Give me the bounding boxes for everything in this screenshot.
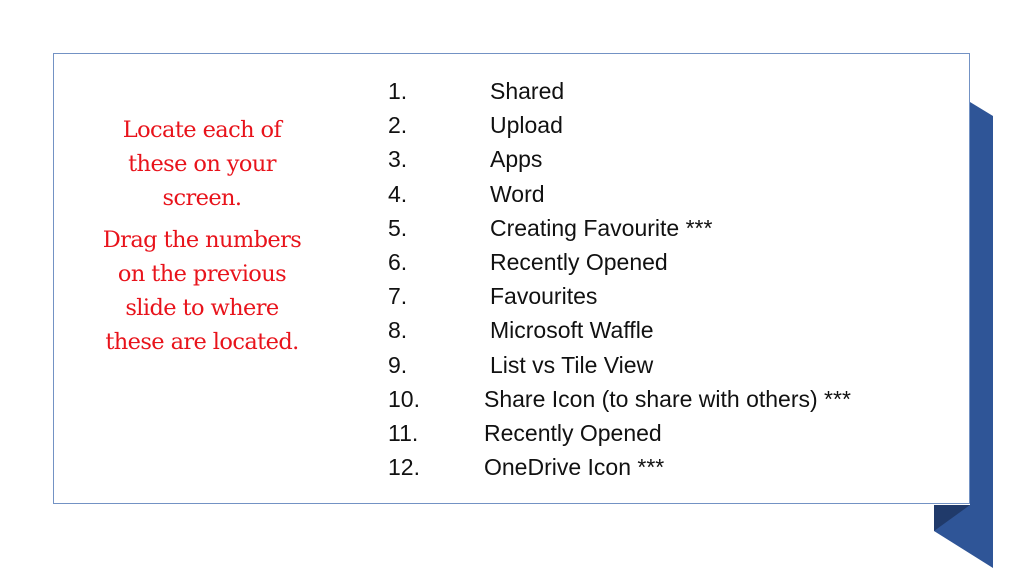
list-item: 3. Apps (388, 146, 543, 173)
list-item: 7. Favourites (388, 283, 598, 310)
list-item: 9. List vs Tile View (388, 351, 654, 378)
instructions: Locate each of these on your screen. Dra… (82, 113, 322, 359)
list-item: 8. Microsoft Waffle (388, 317, 654, 344)
numbered-list: 1. Shared 2. Upload 3. Apps 4. Word 5. Creati… (388, 74, 851, 484)
list-item: 6. Recently Opened (388, 249, 668, 276)
instruction-drag: Drag the numbers on the previous slide t… (102, 227, 302, 355)
list-item: 5. Creating Favourite *** (388, 214, 713, 241)
list-item: 4. Word (388, 180, 545, 207)
list-item: 2. Upload (388, 112, 563, 139)
list-item: 1. Shared (388, 78, 565, 104)
list-item: 10. Share Icon (to share with others) *** (388, 385, 851, 412)
list-item: 12. OneDrive Icon *** (388, 454, 665, 481)
list-item: 11. Recently Opened (388, 420, 662, 447)
instruction-locate: Locate each of these on your screen. (122, 117, 282, 211)
